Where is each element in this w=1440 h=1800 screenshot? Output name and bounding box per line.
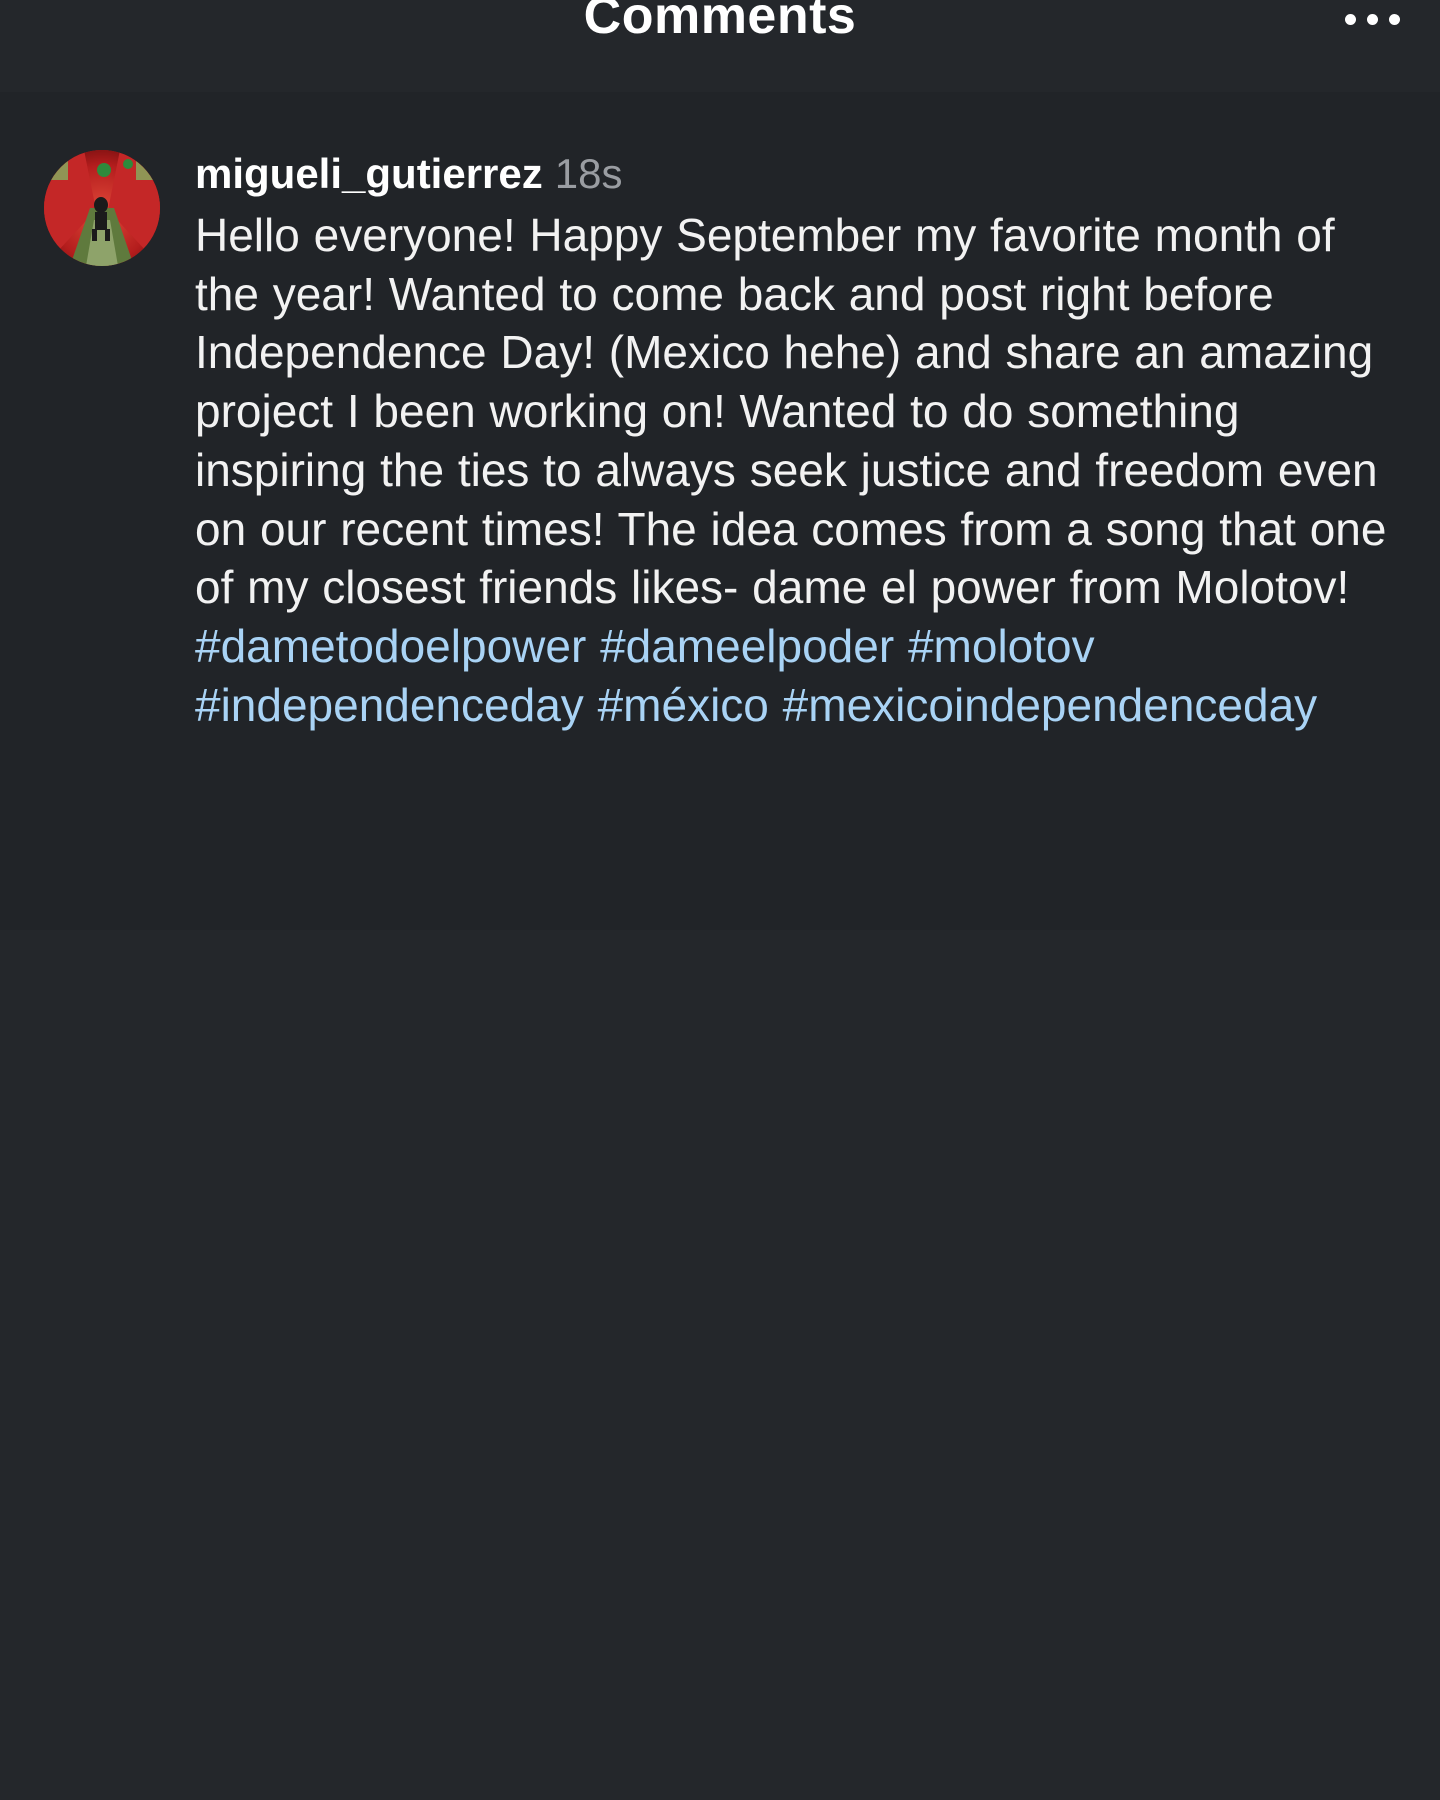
comments-header: Comments xyxy=(0,0,1440,93)
comment-username[interactable]: migueli_gutierrez xyxy=(195,150,543,197)
more-options-button[interactable] xyxy=(1320,4,1400,34)
more-horizontal-icon xyxy=(1345,13,1356,25)
comment-meta: migueli_gutierrez 18s xyxy=(195,146,1400,206)
more-horizontal-icon-dot xyxy=(1367,13,1378,25)
comment-text: Hello everyone! Happy September my favor… xyxy=(195,206,1400,734)
hashtag-link[interactable]: #méxico xyxy=(598,679,769,731)
hashtag-link[interactable]: #dametodoelpower xyxy=(195,620,586,672)
avatar[interactable] xyxy=(44,150,160,266)
page-title: Comments xyxy=(583,0,857,45)
comment-message: Hello everyone! Happy September my favor… xyxy=(195,209,1387,614)
hashtag-link[interactable]: #dameelpoder xyxy=(600,620,894,672)
comment-body: migueli_gutierrez 18s Hello everyone! Hap… xyxy=(195,146,1400,734)
hashtag-link[interactable]: #independenceday xyxy=(195,679,584,731)
empty-area xyxy=(0,930,1440,1800)
hashtag-link[interactable]: #molotov xyxy=(908,620,1095,672)
hashtag-link[interactable]: #mexicoindependenceday xyxy=(783,679,1318,731)
comment-timestamp: 18s xyxy=(554,150,623,197)
more-horizontal-icon-dot xyxy=(1389,13,1400,25)
avatar-image xyxy=(44,150,160,266)
comment-item: migueli_gutierrez 18s Hello everyone! Hap… xyxy=(0,92,1440,930)
comment-list: migueli_gutierrez 18s Hello everyone! Hap… xyxy=(0,92,1440,930)
